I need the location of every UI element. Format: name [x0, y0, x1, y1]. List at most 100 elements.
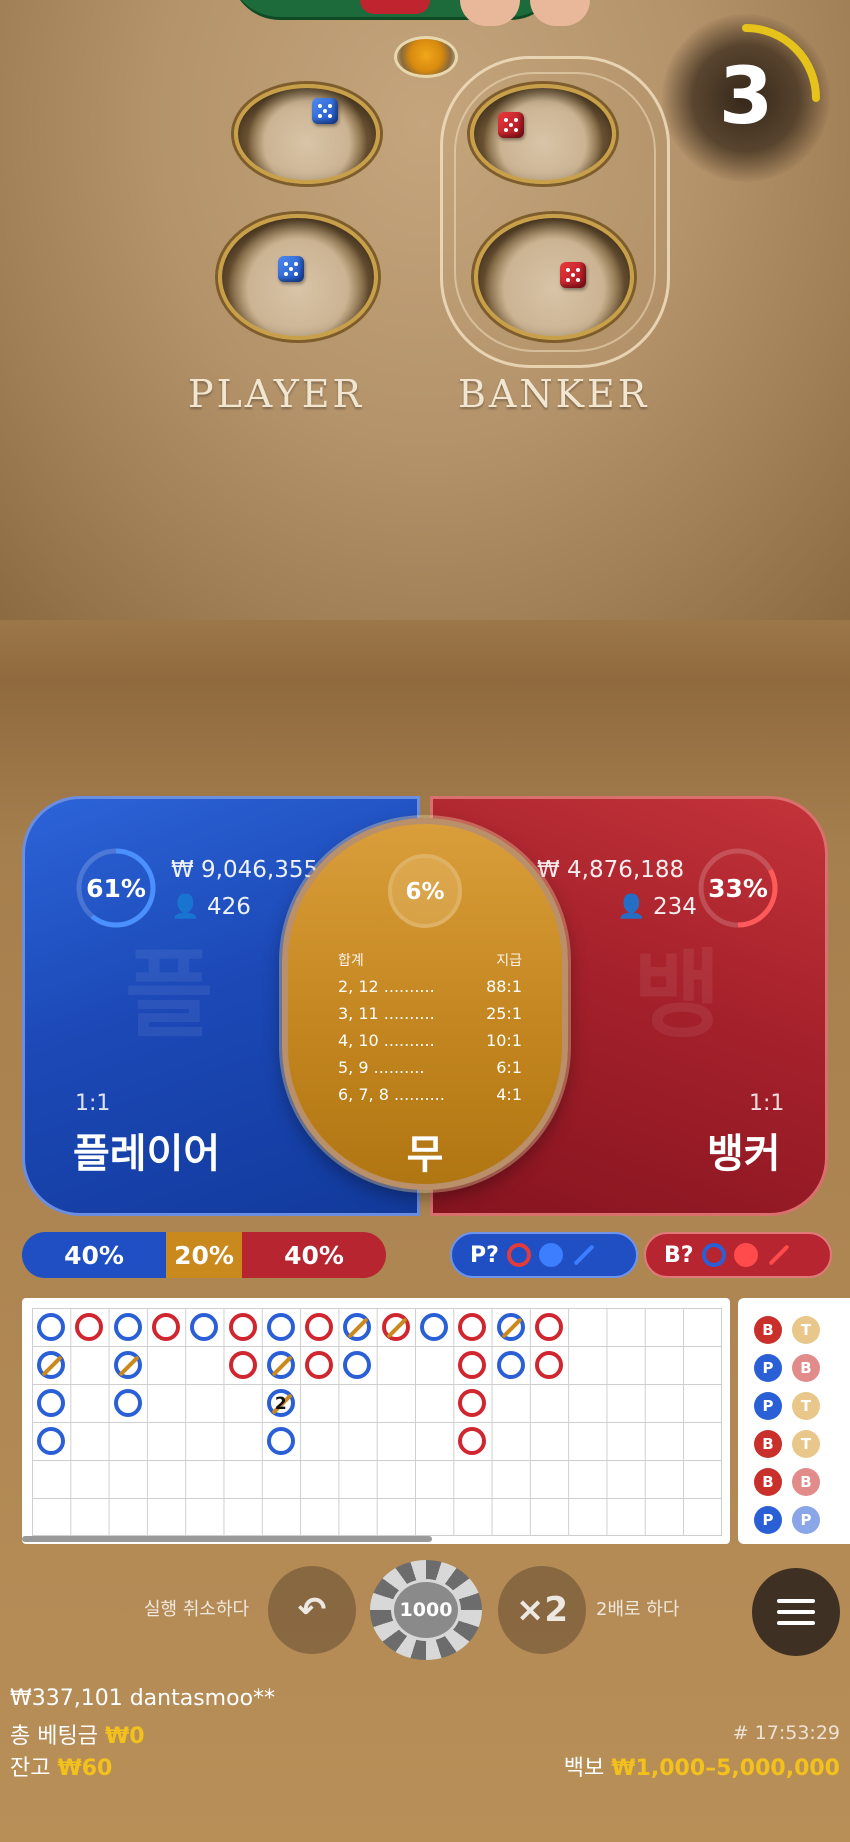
bead-road-cell: B — [754, 1316, 782, 1344]
payout-sum: 2, 12 .......... — [338, 977, 435, 996]
big-road-cell — [534, 1313, 563, 1341]
table-limit[interactable]: 백보 ₩1,000–5,000,000 — [564, 1750, 840, 1782]
player-count-value: 426 — [206, 894, 251, 920]
bead-road-cell: P — [792, 1506, 820, 1534]
payout-row: 3, 11 .......... 25:1 — [338, 1004, 522, 1031]
big-road-cell — [37, 1313, 65, 1341]
player-count: 👤 426 — [171, 893, 251, 920]
round-time: # 17:53:29 — [732, 1722, 840, 1744]
player-predict-label: P? — [470, 1242, 499, 1268]
total-bet: 총 베팅금 ₩0 — [10, 1718, 145, 1750]
balance-value: ₩60 — [57, 1756, 113, 1781]
blue-die — [312, 98, 338, 124]
tie-slash — [386, 1317, 408, 1339]
predict-cockroach-icon — [767, 1244, 790, 1266]
payout-pay: 4:1 — [496, 1085, 522, 1104]
banker-dice-well — [470, 84, 616, 184]
tie-slash — [41, 1355, 63, 1377]
big-road-cell — [228, 1313, 257, 1341]
undo-button[interactable]: ↶ — [268, 1566, 356, 1654]
bead-road-cell: P — [754, 1354, 782, 1382]
banker-ghost-glyph: 뱅 — [633, 939, 722, 1051]
tie-slash — [500, 1317, 523, 1339]
player-predict-button[interactable]: P? — [450, 1232, 638, 1278]
banker-predict-label: B? — [664, 1242, 694, 1268]
tie-name: 무 — [406, 1132, 444, 1178]
dealer-hand — [530, 0, 590, 26]
big-road[interactable]: 2 — [22, 1298, 730, 1544]
payout-pay: 88:1 — [486, 977, 522, 996]
payout-sum: 5, 9 .......... — [338, 1058, 425, 1077]
red-die — [498, 112, 524, 138]
bead-road-cell: B — [792, 1354, 820, 1382]
tie-count: 2 — [274, 1394, 287, 1414]
payout-pay: 25:1 — [486, 1004, 522, 1023]
banker-count-value: 234 — [652, 894, 697, 920]
bead-road-cell: P — [754, 1392, 782, 1420]
banker-percent: 33% — [708, 874, 768, 903]
undo-label: 실행 취소하다 — [144, 1599, 250, 1620]
tie-bet-spot[interactable]: 6% 합계 지급 2, 12 .......... 88:1 3, 11 .....… — [282, 818, 568, 1190]
banker-odds: 1:1 — [749, 1091, 785, 1116]
dealer-hand — [460, 0, 520, 26]
big-road-cell: 2 — [266, 1389, 295, 1417]
player-total-amount: ₩ 9,046,355 — [171, 857, 319, 883]
banker-table-label: BANKER — [458, 372, 650, 416]
big-road-scrollbar[interactable] — [22, 1536, 432, 1542]
double-button[interactable]: ×2 — [498, 1566, 586, 1654]
predict-big-eye-icon — [701, 1243, 726, 1267]
big-road-cell — [266, 1427, 295, 1455]
big-road-cell — [305, 1351, 334, 1379]
person-icon: 👤 — [617, 894, 646, 920]
player-table-label: PLAYER — [188, 372, 365, 416]
menu-button[interactable] — [752, 1568, 840, 1656]
balance-label: 잔고 — [10, 1756, 51, 1781]
player-dice-well — [218, 214, 378, 340]
big-road-cell — [190, 1313, 219, 1341]
payout-sum: 3, 11 .......... — [338, 1004, 435, 1023]
bet-distribution-bar: 40% 20% 40% — [22, 1232, 386, 1278]
tie-payout-table: 합계 지급 2, 12 .......... 88:1 3, 11 ........… — [338, 950, 522, 1112]
big-road-grid: 2 — [32, 1308, 722, 1536]
menu-icon-line — [777, 1599, 815, 1603]
player-ghost-glyph: 플 — [125, 939, 214, 1051]
big-road-cell — [75, 1313, 104, 1341]
big-road-cell — [113, 1313, 142, 1341]
big-road-cell — [458, 1389, 487, 1417]
bias-tie: 20% — [166, 1232, 242, 1278]
bead-road-cell: B — [754, 1430, 782, 1458]
bead-road-cell: T — [792, 1430, 820, 1458]
big-road-cell — [113, 1351, 142, 1379]
chip-value: 1000 — [391, 1579, 461, 1641]
payout-sum: 4, 10 .......... — [338, 1031, 435, 1050]
bias-player: 40% — [22, 1232, 166, 1278]
bead-road-cell: B — [754, 1468, 782, 1496]
bead-road-cell: P — [754, 1506, 782, 1534]
player-percent-ring: 61% — [75, 847, 157, 929]
payout-pay: 6:1 — [496, 1058, 522, 1077]
player-dice-well — [234, 84, 380, 184]
banker-predict-button[interactable]: B? — [644, 1232, 832, 1278]
banker-count: 👤 234 — [617, 893, 697, 920]
big-road-cell — [113, 1389, 142, 1417]
tie-slash — [271, 1355, 293, 1377]
person-icon: 👤 — [171, 894, 200, 920]
bead-road[interactable]: BPPBBPTBTTBP — [738, 1298, 850, 1544]
predict-cockroach-icon — [573, 1244, 595, 1266]
menu-icon-line — [777, 1621, 815, 1625]
blue-die — [278, 256, 304, 282]
payout-sum-header: 합계 — [338, 953, 364, 969]
banker-dice-well — [474, 214, 634, 340]
big-road-cell — [496, 1351, 525, 1379]
big-road-cell — [381, 1313, 410, 1341]
payout-sum: 6, 7, 8 .......... — [338, 1085, 445, 1104]
payout-pay-header: 지급 — [496, 953, 522, 969]
countdown-timer: 3 — [662, 14, 830, 182]
bead-road-cell: T — [792, 1392, 820, 1420]
predict-big-eye-icon — [506, 1243, 531, 1267]
chip-selector[interactable]: 1000 — [370, 1560, 482, 1660]
bead-road-cell: B — [792, 1468, 820, 1496]
big-road-cell — [37, 1351, 65, 1379]
banker-total-amount: ₩ 4,876,188 — [537, 857, 685, 883]
menu-icon-line — [777, 1610, 815, 1614]
